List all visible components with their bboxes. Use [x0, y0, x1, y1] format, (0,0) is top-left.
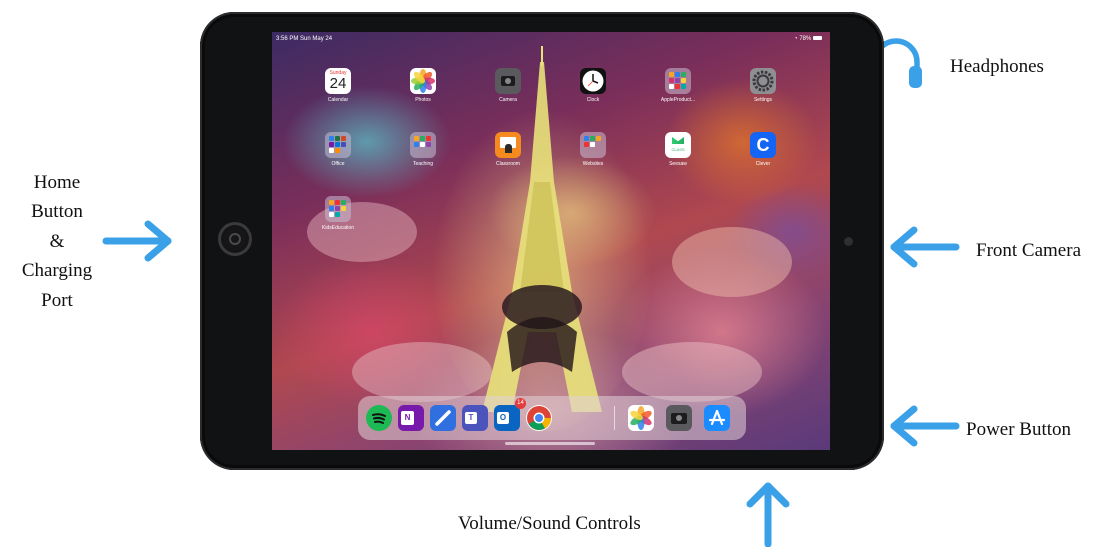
seesaw-text: CLASS — [671, 147, 685, 152]
folder-icon — [325, 196, 351, 222]
app-label: Clever — [755, 161, 771, 167]
app-calendar[interactable]: Sunday 24 Calendar — [318, 68, 358, 103]
arrow-volume — [746, 482, 790, 547]
app-folder-teaching[interactable]: Teaching — [403, 132, 443, 167]
status-time: 3:56 PM Sun May 24 — [276, 36, 333, 42]
app-label: Settings — [753, 97, 773, 103]
app-label: Classroom — [496, 161, 520, 167]
home-button-ring — [229, 233, 241, 245]
app-store-icon[interactable] — [704, 405, 730, 431]
app-label: Photos — [415, 97, 431, 103]
app-folder-appleproducts[interactable]: AppleProduct... — [658, 68, 698, 103]
label-line: Charging — [21, 260, 93, 282]
camera-lens-ring — [505, 78, 511, 84]
app-label: Calendar — [327, 97, 349, 103]
gear-icon — [750, 68, 776, 94]
seesaw-mark — [672, 137, 684, 144]
arrow-home-button — [102, 220, 172, 262]
onenote-letter: N — [401, 411, 414, 425]
calendar-date: 24 — [329, 75, 347, 92]
app-clever[interactable]: C Clever — [743, 132, 783, 167]
status-battery: ◔ 78% — [794, 36, 822, 42]
label-line: Port — [41, 289, 73, 311]
label-line: Home — [33, 172, 81, 193]
outlook-icon[interactable]: O — [494, 405, 520, 431]
app-camera[interactable]: Camera — [488, 68, 528, 103]
pencil-app-icon[interactable] — [430, 405, 456, 431]
folder-icon — [580, 132, 606, 158]
label-line: & — [49, 230, 65, 252]
app-label: Clock — [586, 97, 600, 103]
label-line: Button — [31, 201, 83, 223]
photos-icon[interactable] — [628, 405, 654, 431]
app-label: Office — [331, 161, 345, 167]
seesaw-icon: CLASS — [665, 132, 691, 158]
app-label: Camera — [499, 97, 517, 103]
app-clock[interactable]: Clock — [573, 68, 613, 103]
app-label: Teaching — [412, 161, 433, 167]
spotify-icon[interactable] — [366, 405, 392, 431]
headphones-label: Headphones — [950, 56, 1044, 77]
app-label: Websites — [582, 161, 604, 167]
outlook-letter: O — [497, 412, 509, 424]
app-seesaw[interactable]: CLASS Seesaw — [658, 132, 698, 167]
camera-icon[interactable] — [666, 405, 692, 431]
app-photos[interactable]: Photos — [403, 68, 443, 103]
home-button-label: Home Button & Charging Port — [14, 168, 100, 315]
app-folder-kidseducation[interactable]: KidsEducation — [318, 196, 358, 231]
front-camera — [844, 237, 853, 246]
clock-icon — [580, 68, 606, 94]
chrome-icon[interactable] — [526, 405, 552, 431]
folder-icon — [665, 68, 691, 94]
front-camera-label: Front Camera — [976, 240, 1082, 261]
camera-lens-ring — [676, 415, 682, 421]
app-label: KidsEducation — [322, 225, 354, 231]
folder-icon — [325, 132, 351, 158]
photos-icon — [410, 68, 436, 94]
teams-letter: T — [465, 412, 477, 424]
battery-level: 78% — [799, 36, 812, 42]
arrow-power-button — [890, 405, 960, 447]
app-settings[interactable]: Settings — [743, 68, 783, 103]
clever-icon: C — [750, 132, 776, 158]
volume-label: Volume/Sound Controls — [458, 513, 641, 534]
camera-icon — [495, 68, 521, 94]
home-button[interactable] — [218, 222, 252, 256]
battery-icon — [813, 36, 822, 41]
app-folder-websites[interactable]: Websites — [573, 132, 613, 167]
dock-separator — [614, 406, 615, 430]
app-label: AppleProduct... — [660, 97, 696, 103]
outlook-badge: 14 — [515, 398, 526, 409]
app-classroom[interactable]: Classroom — [488, 132, 528, 167]
teams-icon[interactable]: T — [462, 405, 488, 431]
app-label: Seesaw — [669, 161, 687, 167]
onenote-icon[interactable]: N — [398, 405, 424, 431]
calendar-icon: Sunday 24 — [325, 68, 351, 94]
power-button-label: Power Button — [966, 419, 1072, 440]
ipad-screen: 3:56 PM Sun May 24 ◔ 78% Sunday 24 Calen… — [272, 32, 830, 450]
folder-icon — [410, 132, 436, 158]
dock: N T O 14 — [358, 396, 746, 440]
clever-letter: C — [756, 135, 770, 155]
wifi-icon: ◔ — [794, 36, 798, 42]
app-folder-office[interactable]: Office — [318, 132, 358, 167]
status-bar: 3:56 PM Sun May 24 ◔ 78% — [272, 32, 830, 46]
classroom-icon — [495, 132, 521, 158]
arrow-front-camera — [890, 226, 960, 268]
home-indicator — [505, 442, 595, 445]
classroom-person — [505, 144, 512, 153]
